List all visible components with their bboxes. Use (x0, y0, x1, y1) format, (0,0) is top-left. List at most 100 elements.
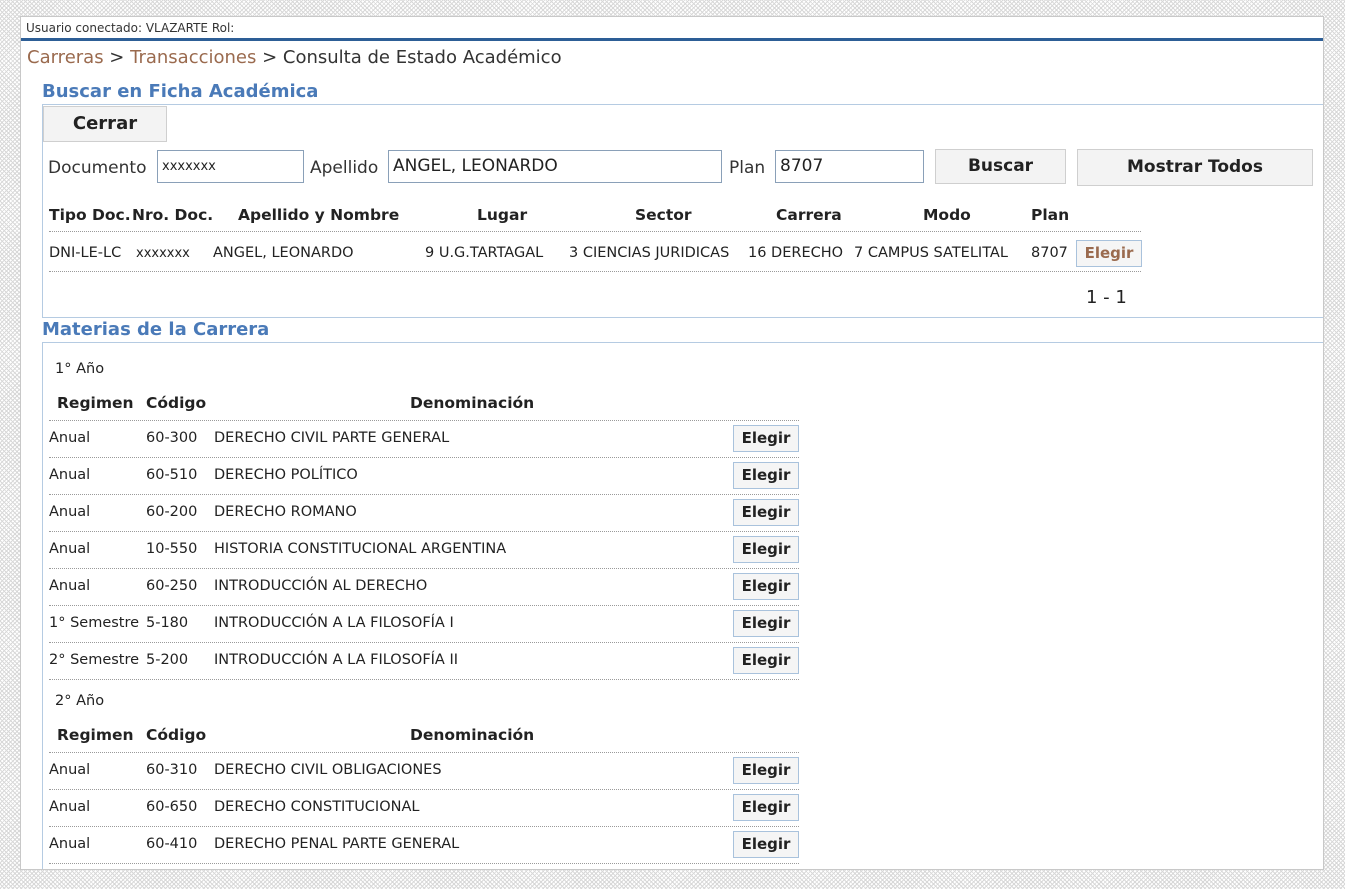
breadcrumb-transacciones-link[interactable]: Transacciones (130, 47, 256, 68)
subject-codigo: 60-650 (146, 799, 198, 815)
subject-elegir-button[interactable]: Elegir (733, 831, 799, 858)
subject-elegir-button[interactable]: Elegir (733, 536, 799, 563)
subject-regimen: Anual (49, 504, 91, 520)
row-divider (49, 789, 799, 790)
row-divider (49, 826, 799, 827)
subject-denominacion: INTRODUCCIÓN A LA FILOSOFÍA II (214, 652, 459, 668)
subject-elegir-button[interactable]: Elegir (733, 794, 799, 821)
subjects-section-title: Materias de la Carrera (42, 319, 270, 340)
subject-regimen: Anual (49, 578, 91, 594)
year-label: 2° Año (55, 693, 105, 709)
row-divider (49, 420, 799, 421)
subjects-header-denominacion: Denominación (410, 394, 535, 412)
subject-denominacion: INTRODUCCIÓN A LA FILOSOFÍA I (214, 615, 454, 631)
page-window: Usuario conectado: VLAZARTE Rol: Carrera… (21, 17, 1323, 869)
subject-denominacion: DERECHO CIVIL PARTE GENERAL (214, 430, 450, 446)
subject-elegir-button[interactable]: Elegir (733, 425, 799, 452)
result-lugar: 9 U.G.TARTAGAL (425, 245, 544, 261)
search-panel: Cerrar Documento xxxxxxx Apellido ANGEL,… (42, 104, 1323, 318)
subject-elegir-button[interactable]: Elegir (733, 573, 799, 600)
result-plan: 8707 (1031, 245, 1068, 261)
subject-codigo: 60-300 (146, 430, 198, 446)
subject-codigo: 60-510 (146, 467, 198, 483)
subject-elegir-button[interactable]: Elegir (733, 610, 799, 637)
search-section-title: Buscar en Ficha Académica (42, 81, 319, 102)
col-header-plan: Plan (1031, 206, 1070, 224)
col-header-tipo-doc: Tipo Doc. (49, 206, 131, 224)
breadcrumb: Carreras > Transacciones > Consulta de E… (27, 47, 562, 68)
close-button[interactable]: Cerrar (43, 106, 167, 142)
result-elegir-button[interactable]: Elegir (1076, 240, 1142, 267)
subject-denominacion: DERECHO POLÍTICO (214, 467, 358, 483)
subject-regimen: 1° Semestre (49, 615, 140, 631)
subject-denominacion: HISTORIA CONSTITUCIONAL ARGENTINA (214, 541, 507, 557)
row-divider (49, 605, 799, 606)
row-divider (49, 568, 799, 569)
row-divider (49, 271, 1141, 272)
subject-codigo: 5-200 (146, 652, 189, 668)
subject-regimen: Anual (49, 541, 91, 557)
row-divider (49, 863, 799, 864)
col-header-lugar: Lugar (477, 206, 528, 224)
row-divider (49, 457, 799, 458)
breadcrumb-current: Consulta de Estado Académico (282, 47, 562, 68)
subject-denominacion: DERECHO PENAL PARTE GENERAL (214, 836, 460, 852)
row-divider (49, 231, 1141, 232)
user-status-text: Usuario conectado: VLAZARTE Rol: (26, 21, 235, 35)
subjects-header-codigo: Código (146, 394, 207, 412)
apellido-input[interactable]: ANGEL, LEONARDO (388, 150, 722, 183)
col-header-nro-doc: Nro. Doc. (132, 206, 214, 224)
subject-elegir-button[interactable]: Elegir (733, 647, 799, 674)
subject-denominacion: DERECHO CONSTITUCIONAL (214, 799, 420, 815)
subject-elegir-button[interactable]: Elegir (733, 462, 799, 489)
subject-regimen: 2° Semestre (49, 652, 140, 668)
row-divider (49, 531, 799, 532)
subject-denominacion: INTRODUCCIÓN AL DERECHO (214, 578, 428, 594)
subject-elegir-button[interactable]: Elegir (733, 757, 799, 784)
subject-codigo: 60-410 (146, 836, 198, 852)
subject-denominacion: DERECHO CIVIL OBLIGACIONES (214, 762, 442, 778)
col-header-sector: Sector (635, 206, 692, 224)
col-header-modo: Modo (923, 206, 971, 224)
user-status-bar: Usuario conectado: VLAZARTE Rol: (21, 17, 1323, 41)
subject-codigo: 60-200 (146, 504, 198, 520)
breadcrumb-carreras-link[interactable]: Carreras (27, 47, 104, 68)
col-header-nombre: Apellido y Nombre (238, 206, 400, 224)
subject-codigo: 5-180 (146, 615, 189, 631)
subject-elegir-button[interactable]: Elegir (733, 499, 799, 526)
subject-codigo: 60-250 (146, 578, 198, 594)
plan-input[interactable]: 8707 (775, 150, 924, 183)
pagination-info: 1 - 1 (1086, 287, 1127, 308)
col-header-carrera: Carrera (776, 206, 842, 224)
result-modo: 7 CAMPUS SATELITAL (854, 245, 1008, 261)
result-sector: 3 CIENCIAS JURIDICAS (569, 245, 730, 261)
result-tipo-doc: DNI-LE-LC (49, 245, 122, 261)
apellido-label: Apellido (310, 158, 379, 178)
result-carrera: 16 DERECHO (748, 245, 844, 261)
subject-regimen: Anual (49, 762, 91, 778)
subject-regimen: Anual (49, 467, 91, 483)
breadcrumb-separator: > (256, 47, 283, 68)
subjects-header-regimen: Regimen (57, 726, 134, 744)
subject-regimen: Anual (49, 799, 91, 815)
subjects-panel: 1° Año Regimen Código Denominación Anual 60-3… (42, 342, 1323, 869)
result-nro-doc: xxxxxxx (136, 246, 190, 261)
subject-codigo: 10-550 (146, 541, 198, 557)
subjects-header-denominacion: Denominación (410, 726, 535, 744)
plan-label: Plan (729, 158, 766, 178)
subject-codigo: 60-310 (146, 762, 198, 778)
row-divider (49, 752, 799, 753)
documento-input[interactable]: xxxxxxx (157, 150, 304, 183)
year-label: 1° Año (55, 361, 105, 377)
row-divider (49, 494, 799, 495)
row-divider (49, 642, 799, 643)
show-all-button[interactable]: Mostrar Todos (1077, 149, 1313, 186)
subject-regimen: Anual (49, 836, 91, 852)
search-button[interactable]: Buscar (935, 149, 1066, 184)
result-nombre: ANGEL, LEONARDO (213, 245, 354, 261)
breadcrumb-separator: > (103, 47, 131, 68)
subjects-header-codigo: Código (146, 726, 207, 744)
subject-regimen: Anual (49, 430, 91, 446)
subject-denominacion: DERECHO ROMANO (214, 504, 357, 520)
documento-label: Documento (48, 158, 147, 178)
